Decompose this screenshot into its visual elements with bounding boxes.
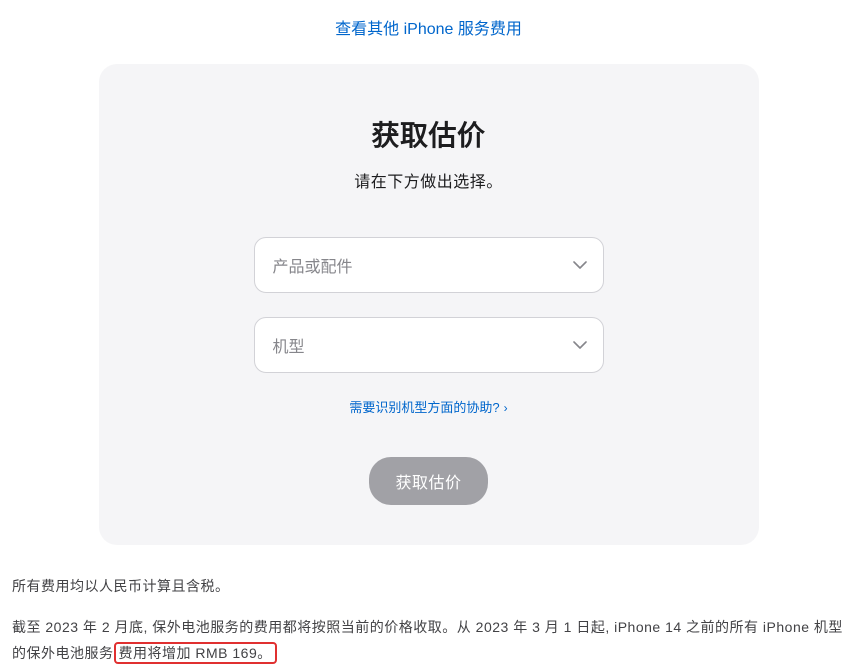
product-select-placeholder: 产品或配件 [273,253,353,277]
chevron-down-icon [573,341,587,349]
help-identify-model-link[interactable]: 需要识别机型方面的协助? › [349,400,507,415]
model-select[interactable]: 机型 [254,317,604,373]
footer-line-1: 所有费用均以人民币计算且含税。 [12,573,845,600]
estimate-card: 获取估价 请在下方做出选择。 产品或配件 机型 需要识别机型方面的协助? › 获取… [99,64,759,545]
model-select-placeholder: 机型 [273,333,305,357]
chevron-down-icon [573,261,587,269]
card-subtitle: 请在下方做出选择。 [139,168,719,192]
footer-notes: 所有费用均以人民币计算且含税。 截至 2023 年 2 月底, 保外电池服务的费… [0,545,857,667]
get-estimate-button[interactable]: 获取估价 [369,457,487,505]
help-link-label: 需要识别机型方面的协助? [349,400,499,415]
footer-line-2: 截至 2023 年 2 月底, 保外电池服务的费用都将按照当前的价格收取。从 2… [12,614,845,667]
chevron-right-icon: › [504,401,508,415]
card-title: 获取估价 [139,114,719,154]
product-select[interactable]: 产品或配件 [254,237,604,293]
other-iphone-service-fees-link[interactable]: 查看其他 iPhone 服务费用 [335,21,522,38]
price-increase-highlight: 费用将增加 RMB 169。 [114,642,277,664]
